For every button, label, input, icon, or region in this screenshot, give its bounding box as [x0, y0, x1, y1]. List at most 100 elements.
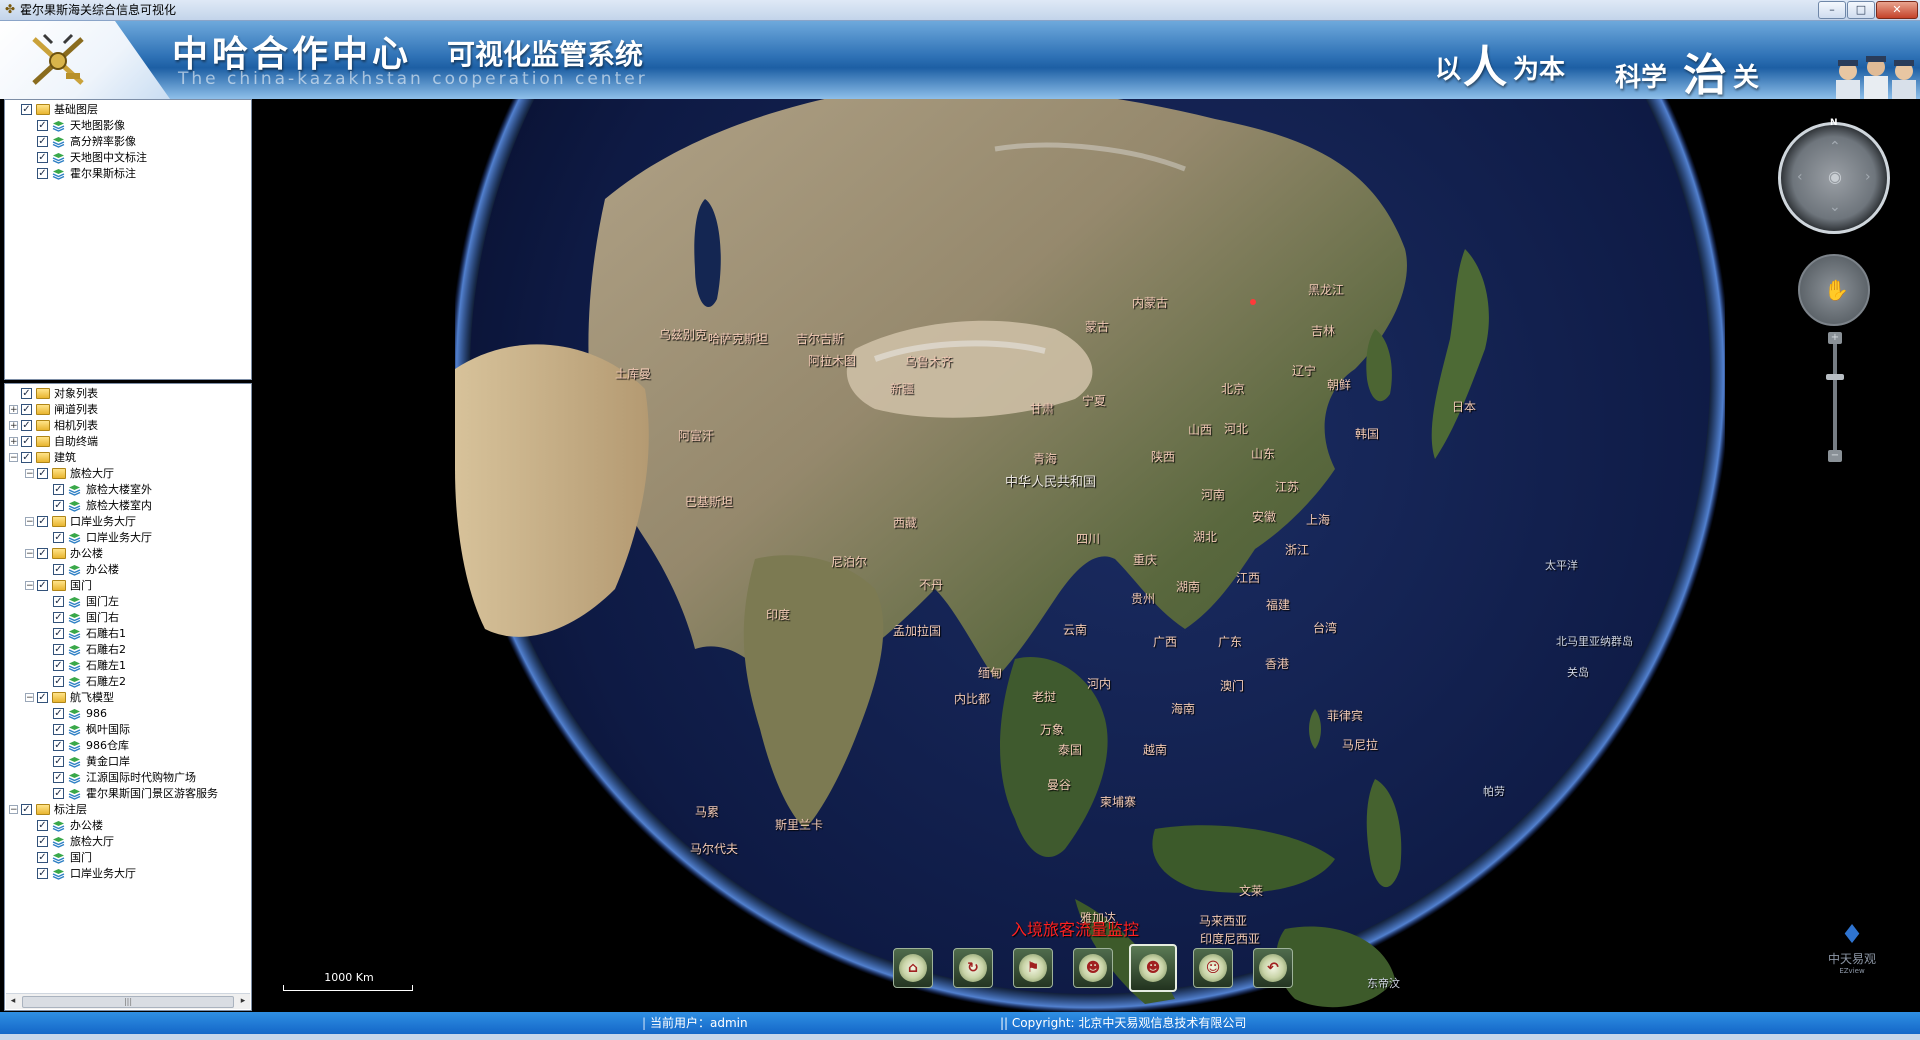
- collapse-icon[interactable]: −: [25, 549, 34, 559]
- checkbox[interactable]: ✓: [53, 612, 64, 623]
- maximize-button[interactable]: □: [1847, 1, 1875, 19]
- tree-item-object[interactable]: ✓ 办公楼: [5, 562, 251, 578]
- tree-item-object[interactable]: ✓ 石雕右1: [5, 626, 251, 642]
- checkbox[interactable]: ✓: [37, 468, 48, 479]
- tree-item-object[interactable]: ✓ 石雕左1: [5, 658, 251, 674]
- tool-roam-button[interactable]: ⌂: [893, 948, 933, 988]
- checkbox[interactable]: ✓: [53, 708, 64, 719]
- tool-marker-button[interactable]: ⚑: [1013, 948, 1053, 988]
- tool-back-button[interactable]: ↶: [1253, 948, 1293, 988]
- checkbox[interactable]: ✓: [37, 152, 48, 163]
- eye-icon[interactable]: ◉: [1823, 169, 1847, 185]
- checkbox[interactable]: ✓: [53, 564, 64, 575]
- tree-item-object[interactable]: ✓ 枫叶国际: [5, 722, 251, 738]
- close-button[interactable]: ✕: [1876, 1, 1918, 19]
- expand-icon[interactable]: +: [9, 421, 18, 431]
- tree-item-object[interactable]: ✓ 国门: [5, 850, 251, 866]
- checkbox[interactable]: ✓: [37, 820, 48, 831]
- checkbox[interactable]: ✓: [21, 804, 32, 815]
- checkbox[interactable]: ✓: [37, 516, 48, 527]
- tree-item-layer[interactable]: ✓ 高分辨率影像: [5, 134, 251, 150]
- checkbox[interactable]: ✓: [53, 644, 64, 655]
- zoom-slider[interactable]: + −: [1826, 332, 1844, 467]
- checkbox[interactable]: ✓: [21, 436, 32, 447]
- tree-item-object[interactable]: ✓ 国门左: [5, 594, 251, 610]
- tree-item-object[interactable]: ✓ 986仓库: [5, 738, 251, 754]
- tree-item-object[interactable]: ✓ 口岸业务大厅: [5, 530, 251, 546]
- checkbox[interactable]: ✓: [21, 420, 32, 431]
- checkbox[interactable]: ✓: [53, 500, 64, 511]
- checkbox[interactable]: ✓: [53, 660, 64, 671]
- tree-item-object[interactable]: ✓ 旅检大厅: [5, 834, 251, 850]
- scroll-right-icon[interactable]: ▸: [236, 994, 250, 1009]
- checkbox[interactable]: ✓: [21, 104, 32, 115]
- tree-item-object[interactable]: ✓ 江源国际时代购物广场: [5, 770, 251, 786]
- scroll-left-icon[interactable]: ◂: [6, 994, 20, 1009]
- checkbox[interactable]: ✓: [37, 580, 48, 591]
- tree-item-layer[interactable]: ✓ 霍尔果斯标注: [5, 166, 251, 182]
- tree-item-object[interactable]: ✓ 石雕左2: [5, 674, 251, 690]
- checkbox[interactable]: ✓: [21, 388, 32, 399]
- tree-item-object[interactable]: ✓ 986: [5, 706, 251, 722]
- tree-item-object[interactable]: ✓ 霍尔果斯国门景区游客服务: [5, 786, 251, 802]
- tree-node-group[interactable]: − ✓ 建筑: [5, 450, 251, 466]
- collapse-icon[interactable]: −: [9, 805, 18, 815]
- expand-icon[interactable]: +: [9, 405, 18, 415]
- tree-node-subgroup[interactable]: − ✓ 国门: [5, 578, 251, 594]
- checkbox[interactable]: ✓: [53, 628, 64, 639]
- checkbox[interactable]: ✓: [53, 724, 64, 735]
- checkbox[interactable]: ✓: [53, 532, 64, 543]
- tree-node-subgroup[interactable]: − ✓ 旅检大厅: [5, 466, 251, 482]
- tree-item-layer[interactable]: ✓ 天地图影像: [5, 118, 251, 134]
- collapse-icon[interactable]: −: [25, 469, 34, 479]
- checkbox[interactable]: ✓: [37, 548, 48, 559]
- checkbox[interactable]: ✓: [53, 756, 64, 767]
- checkbox[interactable]: ✓: [53, 740, 64, 751]
- checkbox[interactable]: ✓: [21, 404, 32, 415]
- tree-item-layer[interactable]: ✓ 天地图中文标注: [5, 150, 251, 166]
- tree-node-group[interactable]: + ✓ 闸道列表: [5, 402, 251, 418]
- tool-entry-monitor-button[interactable]: ☻: [1129, 944, 1177, 992]
- zoom-track[interactable]: [1833, 342, 1837, 452]
- checkbox[interactable]: ✓: [37, 868, 48, 879]
- hand-icon[interactable]: ✋: [1824, 278, 1849, 302]
- tree-item-object[interactable]: ✓ 办公楼: [5, 818, 251, 834]
- tree-item-object[interactable]: ✓ 石雕右2: [5, 642, 251, 658]
- checkbox[interactable]: ✓: [53, 484, 64, 495]
- globe-map-view[interactable]: 蒙古 北京 辽宁 吉林 黑龙江 内蒙古 朝鲜 韩国 日本 中华人民共和国 甘肃 宁夏 青海 陕西 山西 河北山…: [255, 99, 1920, 1012]
- tree-node-object-list[interactable]: ✓ 对象列表: [5, 386, 251, 402]
- scroll-thumb[interactable]: |||: [22, 996, 234, 1008]
- checkbox[interactable]: ✓: [37, 120, 48, 131]
- checkbox[interactable]: ✓: [37, 168, 48, 179]
- checkbox[interactable]: ✓: [37, 136, 48, 147]
- checkbox[interactable]: ✓: [37, 692, 48, 703]
- zoom-out-icon[interactable]: −: [1828, 450, 1842, 462]
- tree-item-object[interactable]: ✓ 旅检大楼室外: [5, 482, 251, 498]
- tool-group-button[interactable]: ☺: [1193, 948, 1233, 988]
- checkbox[interactable]: ✓: [53, 596, 64, 607]
- tree-item-object[interactable]: ✓ 旅检大楼室内: [5, 498, 251, 514]
- checkbox[interactable]: ✓: [53, 676, 64, 687]
- compass-control[interactable]: N ⌃ ⌄ ‹ › ◉: [1778, 118, 1890, 234]
- checkbox[interactable]: ✓: [53, 788, 64, 799]
- tree-node-subgroup[interactable]: − ✓ 口岸业务大厅: [5, 514, 251, 530]
- minimize-button[interactable]: –: [1818, 1, 1846, 19]
- tree-horizontal-scrollbar[interactable]: ◂ ||| ▸: [6, 993, 250, 1009]
- collapse-icon[interactable]: −: [25, 581, 34, 591]
- zoom-in-icon[interactable]: +: [1828, 332, 1842, 344]
- tool-rotate-button[interactable]: ↻: [953, 948, 993, 988]
- checkbox[interactable]: ✓: [37, 836, 48, 847]
- checkbox[interactable]: ✓: [37, 852, 48, 863]
- tree-node-base-layers[interactable]: ✓ 基础图层: [5, 102, 251, 118]
- checkbox[interactable]: ✓: [53, 772, 64, 783]
- tree-node-subgroup[interactable]: − ✓ 办公楼: [5, 546, 251, 562]
- tree-item-object[interactable]: ✓ 黄金口岸: [5, 754, 251, 770]
- pan-control[interactable]: ✋: [1798, 254, 1870, 326]
- tree-item-object[interactable]: ✓ 口岸业务大厅: [5, 866, 251, 882]
- earth-globe[interactable]: [455, 99, 1725, 1012]
- expand-icon[interactable]: +: [9, 437, 18, 447]
- collapse-icon[interactable]: −: [25, 517, 34, 527]
- tree-node-subgroup[interactable]: − ✓ 航飞模型: [5, 690, 251, 706]
- tree-node-group[interactable]: − ✓ 标注层: [5, 802, 251, 818]
- checkbox[interactable]: ✓: [21, 452, 32, 463]
